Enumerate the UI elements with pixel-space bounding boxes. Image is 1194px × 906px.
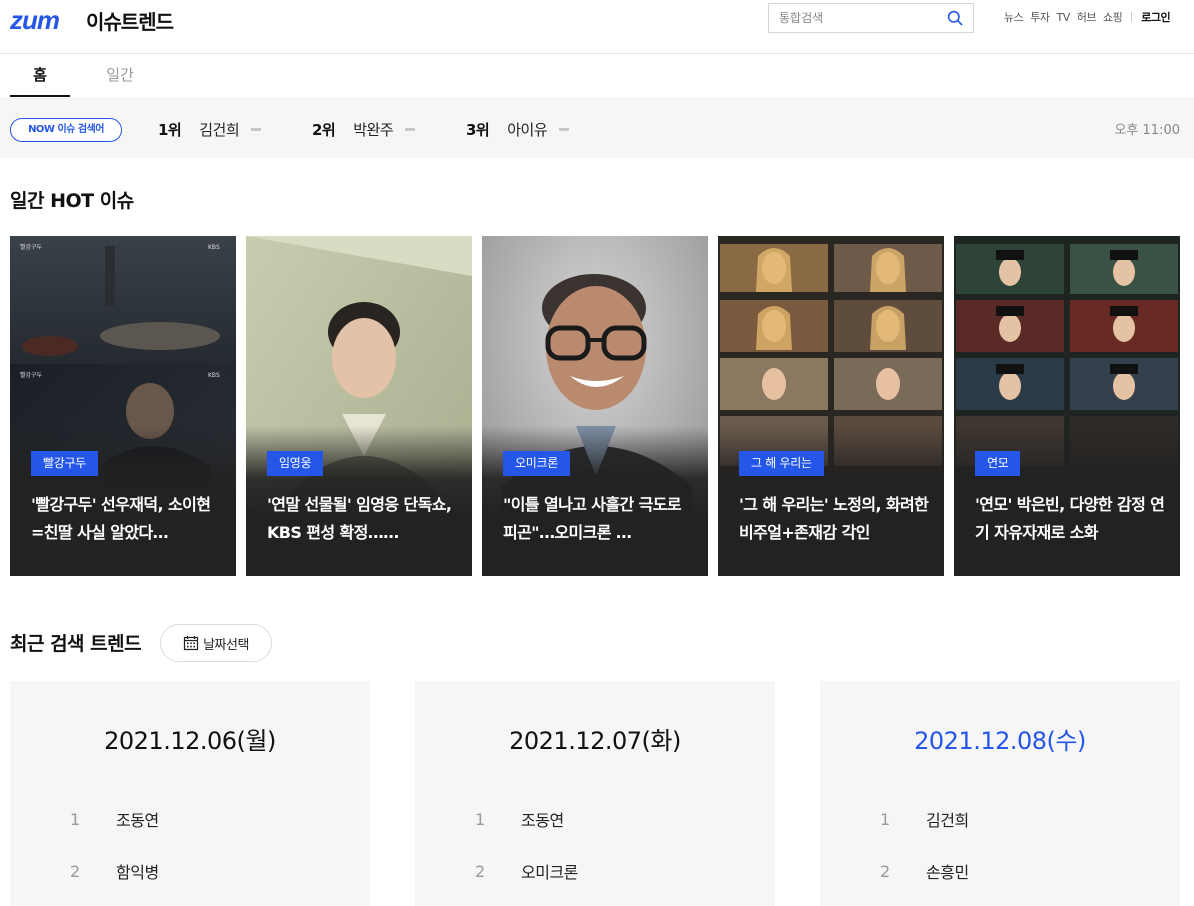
trend-row[interactable]: 1 김건희 [880, 806, 969, 832]
trend-column: 2021.12.06(월) 1 조동연 2 함익병 [10, 681, 370, 906]
gnb-invest-link[interactable]: 투자 [1030, 9, 1050, 25]
trend-rank: 2 [70, 861, 81, 881]
gnb-shopping-link[interactable]: 쇼핑 [1103, 9, 1123, 25]
hot-issue-card[interactable]: 연모 '연모' 박은빈, 다양한 감정 연기 자유자재로 소화 [954, 236, 1180, 576]
rank-unchanged-icon [559, 127, 570, 131]
trend-keyword: 조동연 [116, 811, 159, 830]
header: zum 이슈트렌드 뉴스 투자 TV 허브 쇼핑 로그인 [0, 0, 1194, 54]
card-headline: '연모' 박은빈, 다양한 감정 연기 자유자재로 소화 [975, 495, 1165, 542]
hot-issue-card[interactable]: 오미크론 "이틀 열나고 사흘간 극도로 피곤"…오미크론 … [482, 236, 708, 576]
card-tag: 그 해 우리는 [739, 451, 824, 476]
trend-keyword: 조동연 [521, 811, 564, 830]
gnb-tv-link[interactable]: TV [1057, 11, 1071, 24]
trend-column: 2021.12.08(수) 1 김건희 2 손흥민 [820, 681, 1180, 906]
trend-row[interactable]: 2 함익병 [70, 858, 159, 884]
trend-column: 2021.12.07(화) 1 조동연 2 오미크론 [415, 681, 775, 906]
date-select-button[interactable]: 날짜선택 [160, 624, 272, 662]
tab-home[interactable]: 홈 [10, 54, 70, 97]
trend-keyword: 손흥민 [926, 863, 969, 882]
card-tag: 임영웅 [267, 451, 324, 476]
rank-keyword: 아이유 [507, 120, 548, 139]
svg-text:빨강구두: 빨강구두 [20, 371, 43, 379]
card-tag: 연모 [975, 451, 1021, 476]
global-nav: 뉴스 투자 TV 허브 쇼핑 로그인 [1004, 9, 1171, 25]
hot-issue-card[interactable]: 빨강구두 KBS 빨강구두 KBS 빨강구두 '빨강구두' 선우재덕, 소이현=… [10, 236, 236, 576]
now-time: 오후 11:00 [1114, 123, 1180, 138]
calendar-icon [183, 636, 199, 651]
rank-unchanged-icon [405, 127, 416, 131]
card-tag: 빨강구두 [31, 451, 98, 476]
trend-date: 2021.12.08(수) [914, 727, 1086, 755]
trend-keyword: 김건희 [926, 811, 969, 830]
now-rank-item[interactable]: 1위 김건희 [158, 118, 262, 140]
card-tag: 오미크론 [503, 451, 570, 476]
hot-issue-card[interactable]: 임영웅 '연말 선물될' 임영웅 단독쇼, KBS 편성 확정…… [246, 236, 472, 576]
svg-text:KBS: KBS [208, 372, 220, 379]
trend-rank: 1 [475, 809, 486, 829]
trend-date: 2021.12.07(화) [509, 727, 681, 755]
gnb-news-link[interactable]: 뉴스 [1004, 9, 1024, 25]
now-rank-item[interactable]: 3위 아이유 [466, 118, 570, 140]
gnb-divider [1131, 12, 1133, 22]
trend-rank: 2 [475, 861, 486, 881]
rank-unchanged-icon [251, 127, 262, 131]
tab-daily[interactable]: 일간 [90, 54, 150, 97]
card-headline: '연말 선물될' 임영웅 단독쇼, KBS 편성 확정…… [267, 495, 452, 542]
trend-rank: 2 [880, 861, 891, 881]
search-box [768, 3, 974, 33]
trend-row[interactable]: 2 오미크론 [475, 858, 578, 884]
now-issue-bar: NOW 이슈 검색어 1위 김건희 2위 박완주 3위 아이유 오후 11:00 [0, 98, 1194, 158]
search-icon[interactable] [947, 10, 963, 26]
hot-issue-card[interactable]: 그 해 우리는 '그 해 우리는' 노정의, 화려한 비주얼+존재감 각인 [718, 236, 944, 576]
main-tabs: 홈 일간 [10, 54, 150, 97]
trend-row[interactable]: 1 조동연 [475, 806, 564, 832]
card-headline: '그 해 우리는' 노정의, 화려한 비주얼+존재감 각인 [739, 495, 929, 542]
rank-keyword: 김건희 [199, 120, 240, 139]
svg-text:빨강구두: 빨강구두 [20, 243, 43, 251]
search-trend-title: 최근 검색 트렌드 [10, 633, 142, 655]
hot-issue-title: 일간 HOT 이슈 [10, 190, 134, 212]
trend-row[interactable]: 2 손흥민 [880, 858, 969, 884]
trend-keyword: 오미크론 [521, 863, 578, 882]
trend-date: 2021.12.06(월) [104, 727, 276, 755]
search-input[interactable] [769, 4, 939, 32]
trend-row[interactable]: 1 조동연 [70, 806, 159, 832]
now-issue-badge[interactable]: NOW 이슈 검색어 [10, 118, 122, 142]
svg-text:KBS: KBS [208, 244, 220, 251]
login-link[interactable]: 로그인 [1141, 9, 1170, 25]
service-title[interactable]: 이슈트렌드 [86, 6, 174, 35]
card-headline: "이틀 열나고 사흘간 극도로 피곤"…오미크론 … [503, 495, 682, 542]
trend-rank: 1 [70, 809, 81, 829]
gnb-hub-link[interactable]: 허브 [1077, 9, 1097, 25]
date-select-label: 날짜선택 [203, 637, 249, 653]
card-headline: '빨강구두' 선우재덕, 소이현=친딸 사실 알았다… [31, 495, 211, 542]
rank-number: 2위 [312, 120, 336, 139]
rank-number: 3위 [466, 120, 490, 139]
rank-number: 1위 [158, 120, 182, 139]
now-rank-item[interactable]: 2위 박완주 [312, 118, 416, 140]
zum-logo[interactable]: zum [10, 5, 60, 36]
trend-keyword: 함익병 [116, 863, 159, 882]
trend-rank: 1 [880, 809, 891, 829]
rank-keyword: 박완주 [353, 120, 394, 139]
